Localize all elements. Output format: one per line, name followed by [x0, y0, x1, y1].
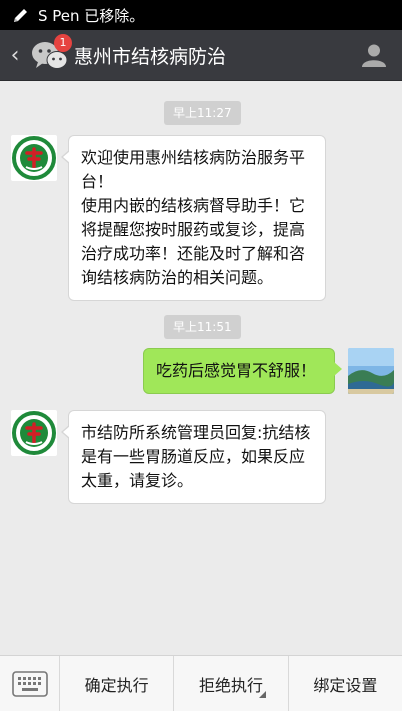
incoming-message[interactable]: 市结防所系统管理员回复:抗结核是有一些胃肠道反应，如果反应太重，请复诊。 — [61, 410, 326, 504]
timestamp: 早上11:27 — [164, 101, 241, 125]
pen-icon — [14, 9, 27, 22]
menu-label: 确定执行 — [84, 676, 149, 695]
bottom-menu: 确定执行 拒绝执行 绑定设置 — [0, 655, 402, 711]
menu-bind-settings-button[interactable]: 绑定设置 — [289, 656, 402, 711]
message-text: 欢迎使用惠州结核病防治服务平台！ 使用内嵌的结核病督导助手！它将提醒您按时服药或… — [81, 148, 306, 287]
official-account-avatar[interactable] — [11, 410, 57, 456]
submenu-indicator-icon — [258, 691, 266, 698]
back-icon[interactable]: ‹ — [0, 30, 30, 80]
chat-title: 惠州市结核病防治 — [74, 45, 227, 68]
message-text: 市结防所系统管理员回复:抗结核是有一些胃肠道反应，如果反应太重，请复诊。 — [81, 423, 311, 490]
menu-label: 绑定设置 — [313, 676, 378, 695]
header-divider — [0, 80, 402, 81]
chat-header: ‹ 1 惠州市结核病防治 — [0, 30, 402, 80]
keyboard-icon[interactable] — [0, 656, 60, 711]
incoming-message[interactable]: 欢迎使用惠州结核病防治服务平台！ 使用内嵌的结核病督导助手！它将提醒您按时服药或… — [61, 135, 326, 301]
person-icon[interactable] — [346, 30, 402, 80]
menu-confirm-button[interactable]: 确定执行 — [60, 656, 175, 711]
status-bar: S Pen 已移除。 — [0, 0, 402, 30]
message-text: 吃药后感觉胃不舒服！ — [156, 361, 317, 380]
menu-reject-button[interactable]: 拒绝执行 — [174, 656, 289, 711]
menu-label: 拒绝执行 — [198, 676, 263, 695]
status-notification: S Pen 已移除。 — [38, 6, 145, 25]
official-account-avatar[interactable] — [11, 135, 57, 181]
user-avatar[interactable] — [348, 348, 394, 394]
outgoing-message[interactable]: 吃药后感觉胃不舒服！ — [143, 348, 342, 394]
timestamp: 早上11:51 — [164, 315, 241, 339]
wechat-icon[interactable]: 1 — [30, 34, 72, 72]
unread-badge: 1 — [54, 34, 72, 52]
